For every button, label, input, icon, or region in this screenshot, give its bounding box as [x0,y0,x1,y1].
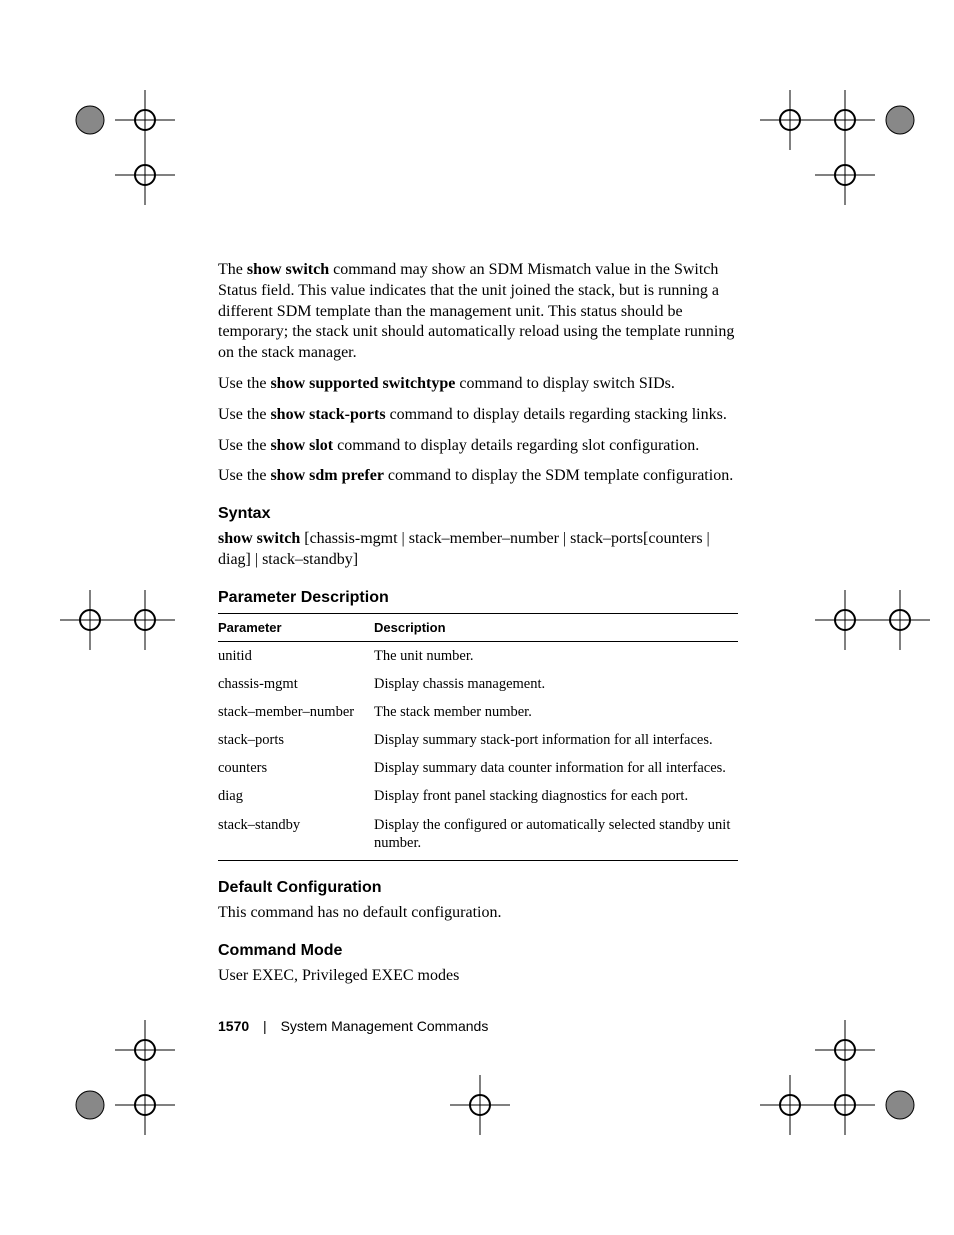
registration-mark-icon [815,1020,875,1080]
registration-mark-icon [60,1075,120,1135]
param-desc: Display summary data counter information… [374,754,738,782]
param-name: stack–member–number [218,698,374,726]
table-row: stack–member–number The stack member num… [218,698,738,726]
intro-paragraph-4: Use the show slot command to display det… [218,436,738,457]
cmd-bold: show switch [247,261,329,278]
text: command to display details regarding slo… [333,437,699,454]
cmd-bold: show slot [270,437,333,454]
param-desc: The unit number. [374,641,738,670]
text: Use the [218,467,270,484]
registration-mark-icon [870,1075,930,1135]
command-mode-heading: Command Mode [218,942,738,960]
registration-mark-icon [60,90,120,150]
registration-mark-icon [815,590,875,650]
table-row: stack–standby Display the configured or … [218,811,738,861]
table-row: stack–ports Display summary stack-port i… [218,726,738,754]
registration-mark-icon [115,145,175,205]
param-name: unitid [218,641,374,670]
registration-mark-icon [450,1075,510,1135]
registration-mark-icon [815,1075,875,1135]
param-name: chassis-mgmt [218,670,374,698]
footer-separator: | [263,1018,267,1034]
registration-mark-icon [115,1020,175,1080]
param-desc: Display chassis management. [374,670,738,698]
text: command to display the SDM template conf… [384,467,733,484]
text: Use the [218,437,270,454]
table-row: unitid The unit number. [218,641,738,670]
syntax-heading: Syntax [218,505,738,523]
col-parameter: Parameter [218,613,374,641]
registration-mark-icon [115,590,175,650]
table-header-row: Parameter Description [218,613,738,641]
registration-mark-icon [815,145,875,205]
table-row: chassis-mgmt Display chassis management. [218,670,738,698]
param-name: stack–ports [218,726,374,754]
table-row: diag Display front panel stacking diagno… [218,782,738,810]
param-desc: The stack member number. [374,698,738,726]
syntax-cmd: show switch [218,530,300,547]
registration-mark-icon [870,590,930,650]
param-desc: Display the configured or automatically … [374,811,738,861]
section-name: System Management Commands [281,1018,489,1034]
intro-paragraph-3: Use the show stack-ports command to disp… [218,405,738,426]
parameter-table: Parameter Description unitid The unit nu… [218,613,738,861]
intro-paragraph-1: The show switch command may show an SDM … [218,260,738,364]
registration-mark-icon [815,90,875,150]
cmd-bold: show supported switchtype [270,375,455,392]
command-mode-text: User EXEC, Privileged EXEC modes [218,966,738,987]
page-number: 1570 [218,1018,249,1034]
default-configuration-text: This command has no default configuratio… [218,903,738,924]
col-description: Description [374,613,738,641]
param-name: counters [218,754,374,782]
registration-mark-icon [760,90,820,150]
default-configuration-heading: Default Configuration [218,879,738,897]
text: command to display switch SIDs. [455,375,675,392]
intro-paragraph-5: Use the show sdm prefer command to displ… [218,466,738,487]
text: The [218,261,247,278]
text: command to display details regarding sta… [386,406,727,423]
syntax-line: show switch [chassis-mgmt | stack–member… [218,529,738,571]
registration-mark-icon [115,90,175,150]
text: Use the [218,406,270,423]
text: Use the [218,375,270,392]
param-desc: Display front panel stacking diagnostics… [374,782,738,810]
page-footer: 1570 | System Management Commands [218,1018,488,1034]
registration-mark-icon [870,90,930,150]
cmd-bold: show sdm prefer [270,467,383,484]
registration-mark-icon [760,1075,820,1135]
intro-paragraph-2: Use the show supported switchtype comman… [218,374,738,395]
param-name: stack–standby [218,811,374,861]
page-content: The show switch command may show an SDM … [218,260,738,996]
parameter-description-heading: Parameter Description [218,589,738,607]
table-row: counters Display summary data counter in… [218,754,738,782]
param-name: diag [218,782,374,810]
cmd-bold: show stack-ports [270,406,385,423]
param-desc: Display summary stack-port information f… [374,726,738,754]
registration-mark-icon [115,1075,175,1135]
registration-mark-icon [60,590,120,650]
